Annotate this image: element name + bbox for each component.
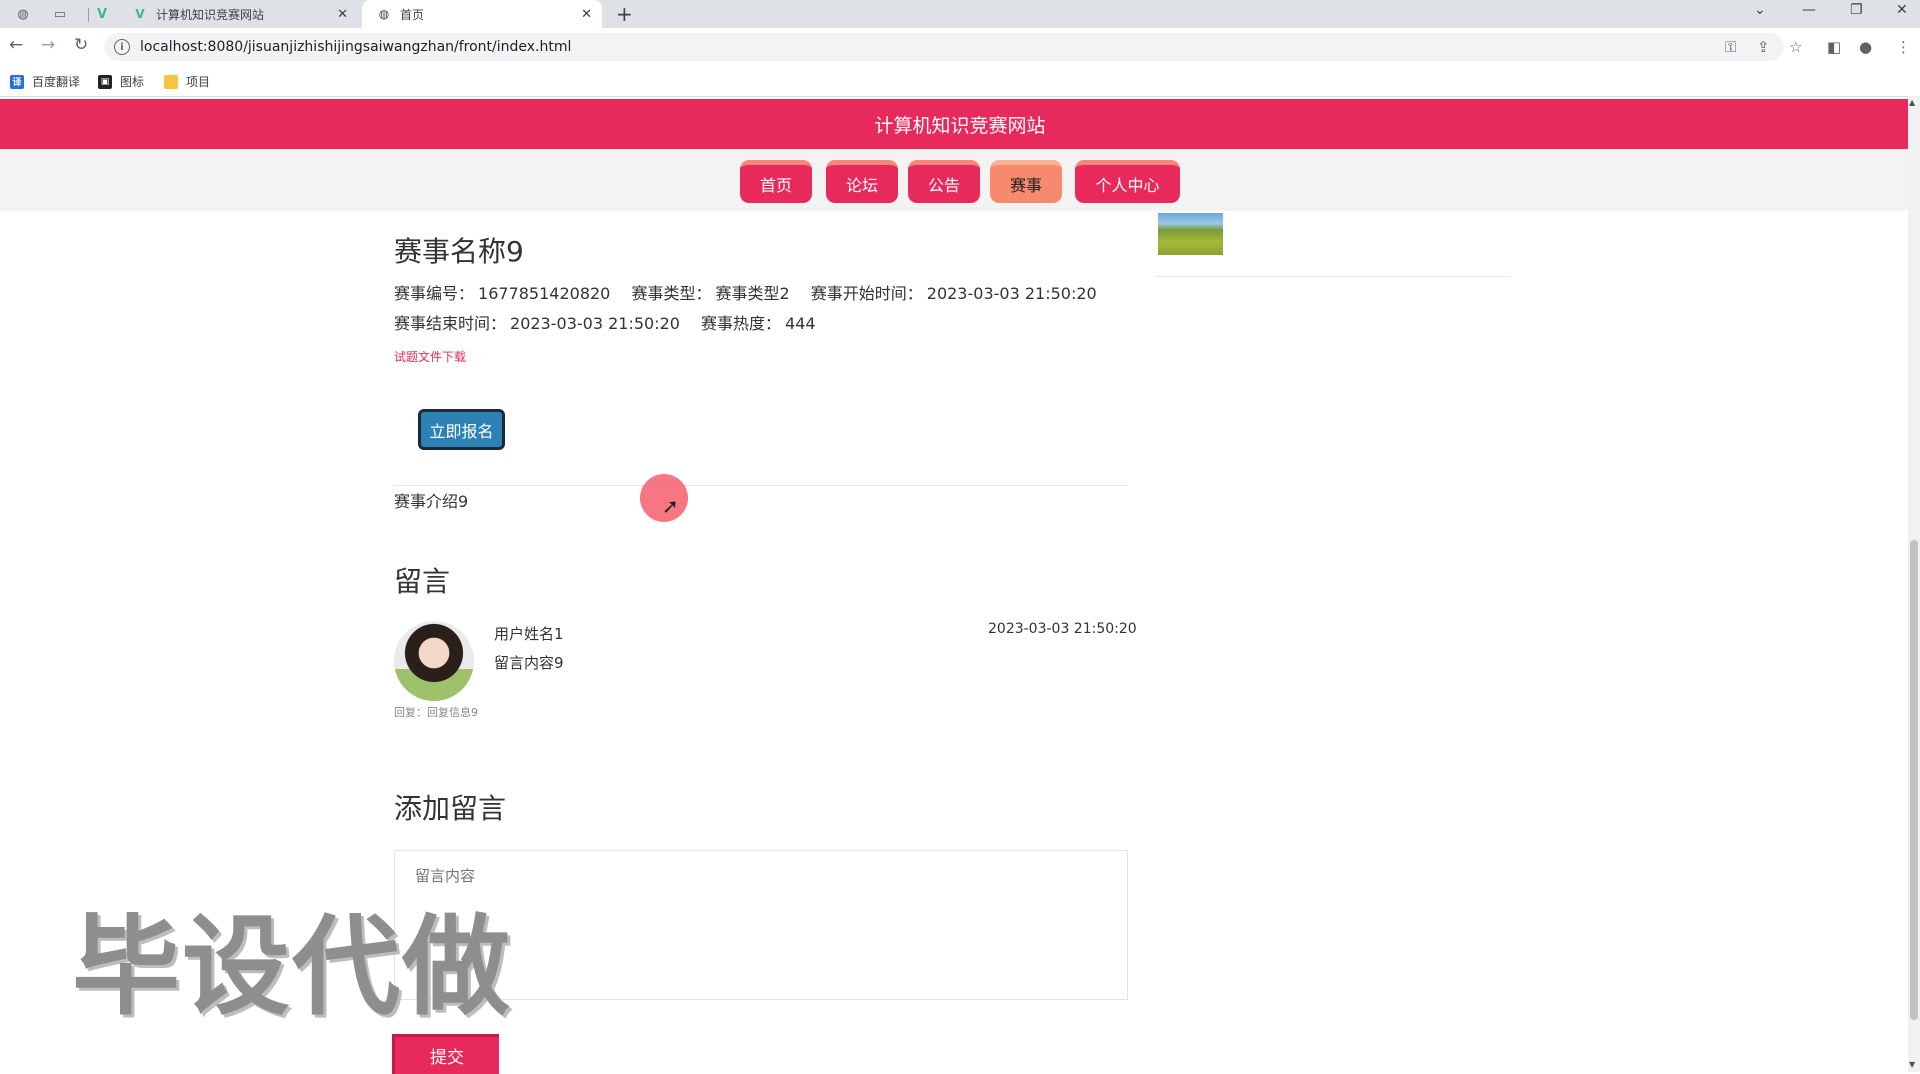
signup-button[interactable]: 立即报名 <box>418 409 505 450</box>
folder-icon <box>164 74 178 89</box>
nav-home[interactable]: 首页 <box>740 160 812 203</box>
tab-title: 计算机知识竞赛网站 <box>156 7 265 22</box>
bookmark-icons[interactable]: ▣ 图标 <box>98 73 144 90</box>
event-type: 赛事类型2 <box>715 284 790 303</box>
event-start: 2023-03-03 21:50:20 <box>926 284 1097 303</box>
forward-icon[interactable]: → <box>41 35 55 55</box>
event-meta-row-1: 赛事编号： 1677851420820 赛事类型： 赛事类型2 赛事开始时间： 202… <box>394 280 1113 304</box>
reload-icon[interactable]: ↻ <box>74 35 88 55</box>
bookmarks-bar: 译 百度翻译 ▣ 图标 项目 <box>0 66 1920 97</box>
event-end-label: 赛事结束时间： <box>394 314 507 333</box>
bookmark-project[interactable]: 项目 <box>164 73 210 90</box>
nav-profile[interactable]: 个人中心 <box>1075 160 1180 203</box>
download-link[interactable]: 试题文件下载 <box>394 348 466 365</box>
tab-separator <box>88 8 89 22</box>
close-icon[interactable]: ✕ <box>581 7 592 22</box>
close-window-icon[interactable]: ✕ <box>1896 2 1908 18</box>
submit-button[interactable]: 提交 <box>392 1034 499 1074</box>
comment-text: 留言内容9 <box>494 654 564 672</box>
blank-tab-icon[interactable]: ▭ <box>52 6 68 22</box>
event-start-label: 赛事开始时间： <box>810 284 923 303</box>
back-icon[interactable]: ← <box>9 35 23 55</box>
image-icon: ▣ <box>98 74 112 89</box>
browser-tab-bar: ◍ ▭ V V 计算机知识竞赛网站 ✕ ◍ 首页 ✕ + ⌄ — ❐ ✕ <box>0 0 1920 28</box>
event-intro: 赛事介绍9 <box>394 492 469 511</box>
watermark: 毕设代做 <box>72 905 513 1030</box>
nav-notice[interactable]: 公告 <box>908 160 980 203</box>
comments-heading: 留言 <box>394 565 451 598</box>
tab-site[interactable]: V 计算机知识竞赛网站 ✕ <box>126 0 358 28</box>
event-heat-label: 赛事热度： <box>701 314 782 333</box>
event-title: 赛事名称9 <box>394 235 524 268</box>
share-icon[interactable]: ⇪ <box>1757 38 1770 56</box>
info-icon[interactable]: i <box>114 39 130 55</box>
add-comment-heading: 添加留言 <box>394 792 507 825</box>
comment-time: 2023-03-03 21:50:20 <box>988 621 1137 637</box>
event-heat: 444 <box>785 314 816 333</box>
event-meta-row-2: 赛事结束时间： 2023-03-03 21:50:20 赛事热度： 444 <box>394 310 832 334</box>
sidebar-divider <box>1156 276 1510 277</box>
tab-search-icon[interactable]: ⌄ <box>1754 2 1766 18</box>
event-thumbnail[interactable] <box>1158 213 1223 255</box>
scroll-down-icon[interactable]: ▼ <box>1909 1060 1915 1069</box>
vue-logo-icon: V <box>135 7 145 21</box>
bookmark-label: 图标 <box>120 75 145 89</box>
event-number: 1677851420820 <box>478 284 611 303</box>
event-number-label: 赛事编号： <box>394 284 475 303</box>
address-bar[interactable]: i localhost:8080/jisuanjizhishijingsaiwa… <box>104 33 1784 61</box>
event-end: 2023-03-03 21:50:20 <box>510 314 680 333</box>
star-icon[interactable]: ☆ <box>1789 38 1802 56</box>
globe-icon: ◍ <box>378 7 390 21</box>
vue-logo-icon[interactable]: V <box>94 6 110 22</box>
restore-icon[interactable]: ❐ <box>1850 2 1863 18</box>
site-header: 计算机知识竞赛网站 <box>0 99 1920 149</box>
comment-user: 用户姓名1 <box>494 625 564 643</box>
mouse-cursor-icon: ➚ <box>662 494 679 518</box>
side-panel-icon[interactable]: ◧ <box>1827 38 1841 56</box>
url-text[interactable]: localhost:8080/jisuanjizhishijingsaiwang… <box>140 39 571 55</box>
tab-home[interactable]: ◍ 首页 ✕ <box>362 0 602 28</box>
site-title: 计算机知识竞赛网站 <box>874 114 1046 137</box>
nav-forum[interactable]: 论坛 <box>826 160 898 203</box>
event-type-label: 赛事类型： <box>631 284 712 303</box>
close-icon[interactable]: ✕ <box>337 7 348 22</box>
avatar <box>394 621 474 701</box>
divider <box>394 485 1128 486</box>
main-nav: 首页 论坛 公告 赛事 个人中心 <box>0 149 1920 211</box>
scroll-up-icon[interactable]: ▲ <box>1909 98 1915 107</box>
comment-reply: 回复：回复信息9 <box>394 706 478 719</box>
nav-events[interactable]: 赛事 <box>990 160 1062 203</box>
scrollbar-thumb[interactable] <box>1910 540 1918 1020</box>
bookmark-translate[interactable]: 译 百度翻译 <box>10 73 80 90</box>
menu-icon[interactable]: ⋮ <box>1896 38 1911 56</box>
minimize-icon[interactable]: — <box>1802 2 1816 18</box>
tab-title: 首页 <box>400 7 425 22</box>
profile-icon[interactable]: ● <box>1859 38 1872 56</box>
new-tab-icon[interactable]: + <box>616 2 633 26</box>
key-icon[interactable]: ⚿ <box>1725 38 1736 56</box>
translate-icon: 译 <box>10 74 24 89</box>
globe-icon[interactable]: ◍ <box>15 6 31 22</box>
bookmark-label: 百度翻译 <box>32 75 81 89</box>
bookmark-label: 项目 <box>186 75 211 89</box>
